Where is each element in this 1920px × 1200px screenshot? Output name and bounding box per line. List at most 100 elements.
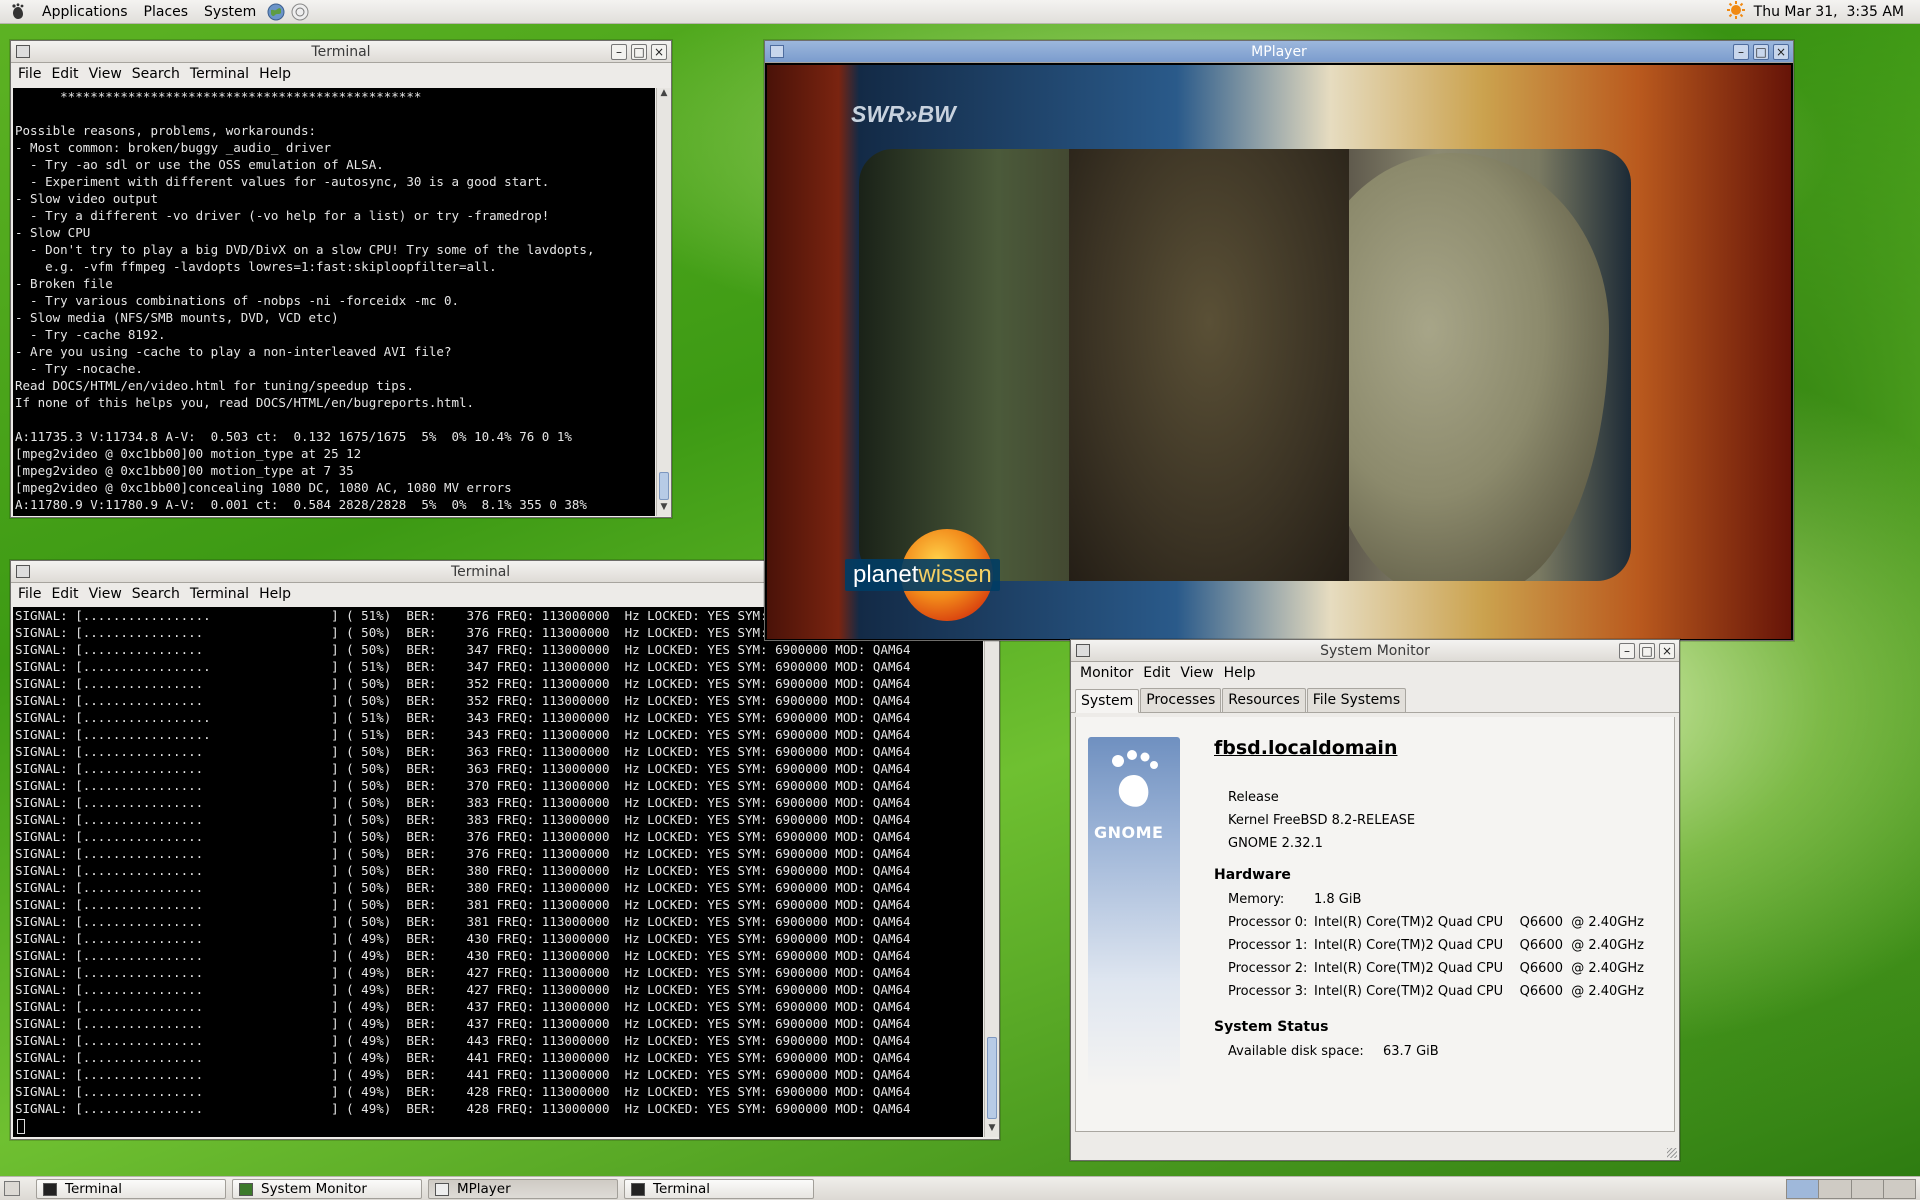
hostname: fbsd.localdomain — [1214, 737, 1398, 759]
cocoa-pod — [1309, 153, 1609, 581]
menu-bar: Monitor Edit View Help — [1071, 662, 1679, 684]
mplayer-icon — [435, 1182, 449, 1196]
menu-bar: File Edit View Search Terminal Help — [11, 63, 671, 85]
gnome-foot-icon[interactable] — [8, 2, 28, 22]
taskbar-label: Terminal — [653, 1181, 711, 1197]
kernel-version: Kernel FreeBSD 8.2-RELEASE — [1228, 813, 1416, 828]
menu-edit[interactable]: Edit — [46, 66, 83, 82]
weather-sun-icon[interactable] — [1726, 0, 1746, 24]
menu-help[interactable]: Help — [1219, 665, 1261, 681]
terminal-window-1: Terminal – □ × File Edit View Search Ter… — [10, 40, 672, 518]
terminal-icon — [43, 1182, 57, 1196]
hardware-heading: Hardware — [1214, 867, 1291, 883]
places-menu[interactable]: Places — [136, 0, 197, 24]
menu-file[interactable]: File — [13, 66, 46, 82]
show-logo-planet: planet — [853, 561, 919, 588]
clock[interactable]: Thu Mar 31, 3:35 AM — [1754, 4, 1904, 20]
minimize-button[interactable]: – — [611, 44, 627, 60]
terminal-window-icon[interactable] — [16, 45, 30, 58]
terminal-window-2: Terminal File Edit View Search Terminal … — [10, 560, 1000, 1140]
applications-menu[interactable]: Applications — [34, 0, 136, 24]
taskbar-button-mplayer[interactable]: MPlayer — [428, 1179, 618, 1199]
taskbar-button-system-monitor[interactable]: System Monitor — [232, 1179, 422, 1199]
menu-edit[interactable]: Edit — [1138, 665, 1175, 681]
title-bar[interactable]: System Monitor – □ × — [1071, 640, 1679, 662]
maximize-button[interactable]: □ — [1753, 44, 1769, 60]
processor-1-label: Processor 1: — [1228, 938, 1308, 953]
vertical-scrollbar[interactable]: ▼ — [984, 607, 999, 1137]
processor-2-label: Processor 2: — [1228, 961, 1308, 976]
menu-search[interactable]: Search — [127, 586, 185, 602]
processor-0-value: Intel(R) Core(TM)2 Quad CPU Q6600 @ 2.40… — [1314, 915, 1644, 930]
close-button[interactable]: × — [651, 44, 667, 60]
system-monitor-icon — [239, 1182, 253, 1196]
terminal-window-icon[interactable] — [16, 565, 30, 578]
taskbar-label: System Monitor — [261, 1181, 367, 1197]
close-button[interactable]: × — [1773, 44, 1789, 60]
maximize-button[interactable]: □ — [631, 44, 647, 60]
show-logo: planetwissen — [845, 529, 1000, 621]
mplayer-window: MPlayer – □ × SWR»BW planetwissen — [764, 40, 1794, 641]
tab-resources[interactable]: Resources — [1222, 688, 1306, 712]
terminal-output[interactable]: SIGNAL: [................. ] ( 51%) BER:… — [13, 607, 983, 1137]
text-cursor — [17, 1119, 25, 1134]
minimize-button[interactable]: – — [1619, 643, 1635, 659]
workspace-4[interactable] — [1883, 1180, 1915, 1198]
workspace-3[interactable] — [1851, 1180, 1884, 1198]
gnome-label: GNOME — [1094, 823, 1164, 842]
system-monitor-window: System Monitor – □ × Monitor Edit View H… — [1070, 639, 1680, 1161]
menu-view[interactable]: View — [84, 66, 127, 82]
system-menu[interactable]: System — [196, 0, 264, 24]
menu-monitor[interactable]: Monitor — [1075, 665, 1138, 681]
taskbar-button-terminal-1[interactable]: Terminal — [36, 1179, 226, 1199]
taskbar-label: MPlayer — [457, 1181, 511, 1197]
title-bar[interactable]: Terminal – □ × — [11, 41, 671, 63]
release-label: Release — [1228, 790, 1279, 805]
scroll-up-arrow-icon[interactable]: ▲ — [657, 88, 671, 102]
menu-view[interactable]: View — [1175, 665, 1218, 681]
menu-file[interactable]: File — [13, 586, 46, 602]
tab-file-systems[interactable]: File Systems — [1306, 688, 1407, 712]
memory-label: Memory: — [1228, 892, 1285, 907]
tab-system[interactable]: System — [1075, 689, 1140, 713]
tab-strip: System Processes Resources File Systems — [1071, 684, 1679, 713]
mail-launcher-icon[interactable] — [290, 2, 310, 22]
bottom-panel: Terminal System Monitor MPlayer Terminal — [0, 1176, 1920, 1200]
processor-2-value: Intel(R) Core(TM)2 Quad CPU Q6600 @ 2.40… — [1314, 961, 1644, 976]
menu-terminal[interactable]: Terminal — [185, 586, 254, 602]
show-desktop-icon[interactable] — [4, 1181, 20, 1196]
menu-search[interactable]: Search — [127, 66, 185, 82]
menu-help[interactable]: Help — [254, 586, 296, 602]
terminal-icon — [631, 1182, 645, 1196]
workspace-1[interactable] — [1787, 1180, 1820, 1198]
scrollbar-thumb[interactable] — [987, 1037, 997, 1119]
terminal-output[interactable]: ****************************************… — [13, 88, 655, 516]
workspace-2[interactable] — [1819, 1180, 1852, 1198]
scroll-down-arrow-icon[interactable]: ▼ — [657, 502, 671, 516]
menu-help[interactable]: Help — [254, 66, 296, 82]
minimize-button[interactable]: – — [1733, 44, 1749, 60]
processor-1-value: Intel(R) Core(TM)2 Quad CPU Q6600 @ 2.40… — [1314, 938, 1644, 953]
video-frame[interactable]: SWR»BW planetwissen — [767, 65, 1791, 639]
vertical-scrollbar[interactable]: ▲ ▼ — [656, 88, 671, 516]
tab-processes[interactable]: Processes — [1140, 688, 1222, 712]
title-bar[interactable]: MPlayer – □ × — [765, 41, 1793, 63]
channel-logo: SWR»BW — [851, 101, 956, 127]
mplayer-window-icon[interactable] — [770, 45, 784, 58]
scroll-down-arrow-icon[interactable]: ▼ — [985, 1123, 999, 1137]
menu-edit[interactable]: Edit — [46, 586, 83, 602]
system-monitor-window-icon[interactable] — [1076, 644, 1090, 657]
system-tab-panel: GNOME fbsd.localdomain Release Kernel Fr… — [1075, 717, 1675, 1132]
close-button[interactable]: × — [1659, 643, 1675, 659]
window-title: Terminal — [451, 563, 511, 580]
resize-grip-icon[interactable] — [1667, 1148, 1677, 1158]
maximize-button[interactable]: □ — [1639, 643, 1655, 659]
menu-view[interactable]: View — [84, 586, 127, 602]
workspace-switcher[interactable] — [1786, 1179, 1916, 1199]
gnome-foot-icon — [1112, 750, 1158, 807]
menu-terminal[interactable]: Terminal — [185, 66, 254, 82]
web-browser-launcher-icon[interactable] — [266, 2, 286, 22]
gnome-version: GNOME 2.32.1 — [1228, 836, 1323, 851]
scrollbar-thumb[interactable] — [659, 472, 669, 500]
taskbar-button-terminal-2[interactable]: Terminal — [624, 1179, 814, 1199]
